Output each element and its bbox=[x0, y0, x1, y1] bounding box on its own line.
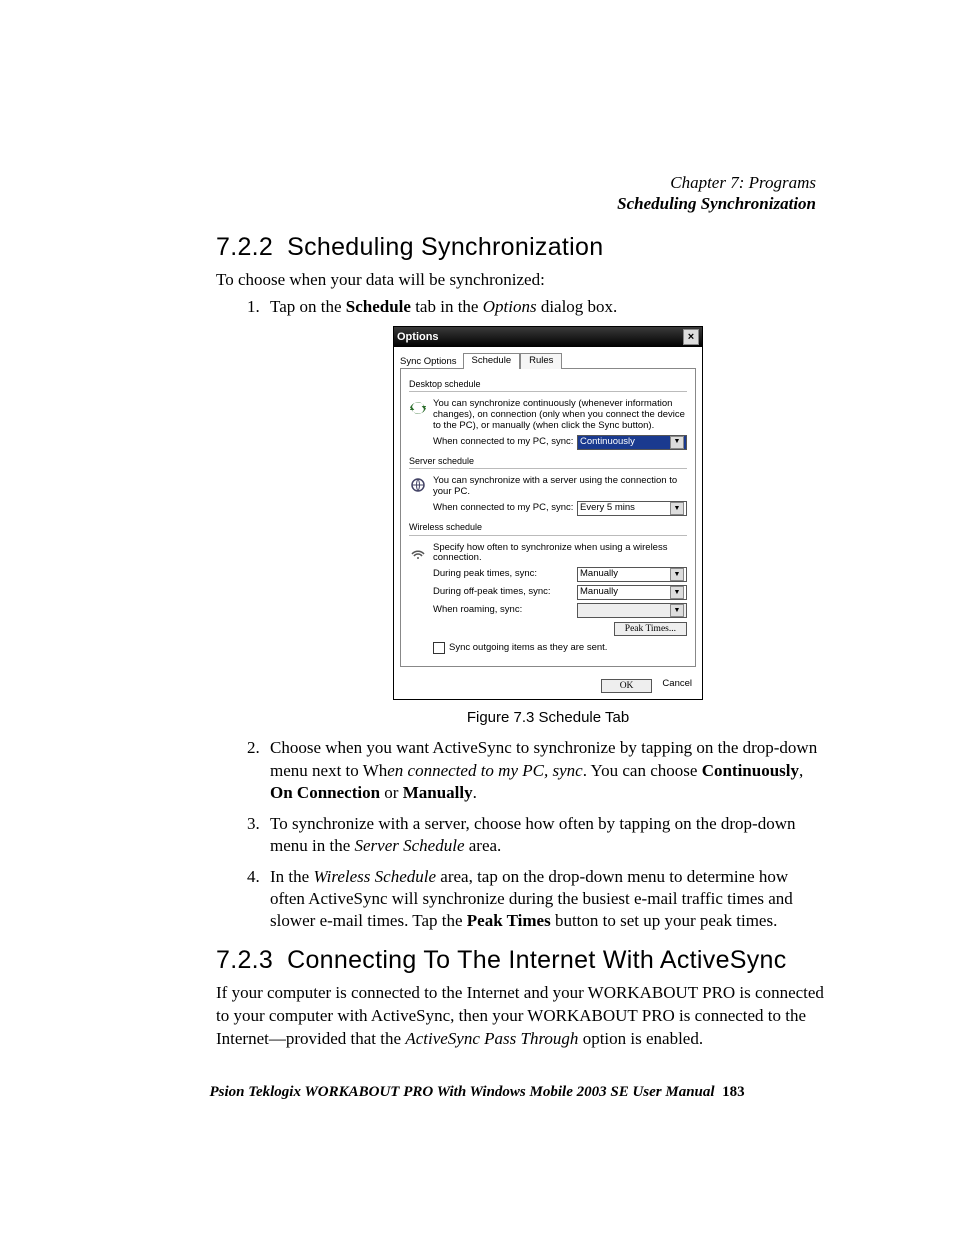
dialog-tabs: Sync Options Schedule Rules bbox=[394, 347, 702, 368]
peak-sync-dropdown[interactable]: Manually▼ bbox=[577, 567, 687, 582]
content: 7.2.2Scheduling Synchronization To choos… bbox=[216, 234, 826, 1057]
step-1: Tap on the Schedule tab in the Options d… bbox=[264, 296, 826, 726]
chevron-down-icon: ▼ bbox=[670, 568, 684, 581]
pc-sync-label: When connected to my PC, sync: bbox=[433, 437, 573, 448]
sync-icon bbox=[409, 399, 427, 417]
dialog-buttons: OK Cancel bbox=[394, 673, 702, 699]
chevron-down-icon: ▼ bbox=[670, 502, 684, 515]
running-header: Chapter 7: Programs Scheduling Synchroni… bbox=[617, 172, 816, 215]
peak-times-button[interactable]: Peak Times... bbox=[614, 622, 687, 636]
sync-outgoing-label: Sync outgoing items as they are sent. bbox=[449, 643, 607, 654]
server-icon bbox=[409, 476, 427, 494]
section-label: Scheduling Synchronization bbox=[617, 193, 816, 214]
page: Chapter 7: Programs Scheduling Synchroni… bbox=[0, 0, 954, 1235]
tab-rules[interactable]: Rules bbox=[520, 353, 562, 369]
dialog-title: Options bbox=[397, 331, 439, 344]
page-footer: Psion Teklogix WORKABOUT PRO With Window… bbox=[0, 1084, 954, 1101]
tab-schedule[interactable]: Schedule bbox=[463, 353, 521, 369]
cancel-button[interactable]: Cancel bbox=[662, 679, 692, 693]
sync-outgoing-checkbox[interactable] bbox=[433, 642, 445, 654]
server-sync-label: When connected to my PC, sync: bbox=[433, 503, 573, 514]
dialog-titlebar: Options × bbox=[394, 327, 702, 347]
step-3: To synchronize with a server, choose how… bbox=[264, 813, 826, 858]
roam-sync-label: When roaming, sync: bbox=[433, 605, 522, 616]
desktop-group: Desktop schedule You can synchronize con… bbox=[409, 379, 687, 450]
roam-sync-dropdown: ▼ bbox=[577, 603, 687, 618]
heading-723: 7.2.3Connecting To The Internet With Act… bbox=[216, 947, 826, 975]
close-icon[interactable]: × bbox=[683, 329, 699, 345]
chevron-down-icon: ▼ bbox=[670, 586, 684, 599]
offpeak-sync-label: During off-peak times, sync: bbox=[433, 587, 551, 598]
ok-button[interactable]: OK bbox=[601, 679, 653, 693]
figure-caption: Figure 7.3 Schedule Tab bbox=[270, 710, 826, 725]
offpeak-sync-dropdown[interactable]: Manually▼ bbox=[577, 585, 687, 600]
para-723: If your computer is connected to the Int… bbox=[216, 982, 826, 1051]
step-4: In the Wireless Schedule area, tap on th… bbox=[264, 866, 826, 933]
dialog-pane: Desktop schedule You can synchronize con… bbox=[400, 368, 696, 667]
intro-722: To choose when your data will be synchro… bbox=[216, 270, 826, 290]
server-group: Server schedule You can synchronize with… bbox=[409, 456, 687, 516]
step-2: Choose when you want ActiveSync to synch… bbox=[264, 737, 826, 804]
heading-722: 7.2.2Scheduling Synchronization bbox=[216, 234, 826, 262]
options-dialog-figure: Options × Sync Options Schedule Rules De… bbox=[393, 326, 703, 700]
chevron-down-icon: ▼ bbox=[670, 604, 684, 617]
chevron-down-icon: ▼ bbox=[670, 436, 684, 449]
chapter-label: Chapter 7: Programs bbox=[617, 172, 816, 193]
peak-sync-label: During peak times, sync: bbox=[433, 569, 537, 580]
wireless-icon bbox=[409, 543, 427, 561]
steps-722: Tap on the Schedule tab in the Options d… bbox=[264, 296, 826, 933]
wireless-group: Wireless schedule Specify how often to s… bbox=[409, 522, 687, 654]
pc-sync-dropdown[interactable]: Continuously▼ bbox=[577, 435, 687, 450]
server-sync-dropdown[interactable]: Every 5 mins▼ bbox=[577, 501, 687, 516]
sync-options-label: Sync Options bbox=[400, 357, 457, 368]
